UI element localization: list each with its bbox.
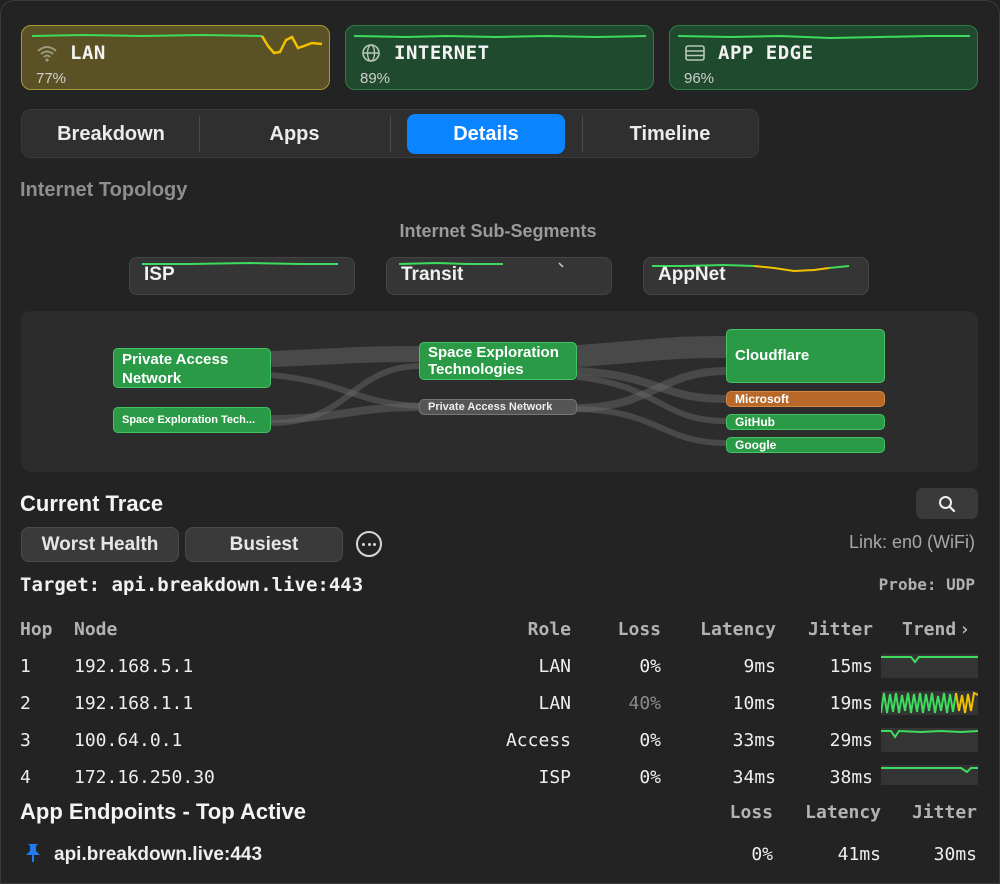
- search-icon: [939, 496, 956, 513]
- segment-title: INTERNET: [394, 42, 490, 64]
- segment-card-internet[interactable]: INTERNET 89%: [345, 25, 654, 90]
- hop-jitter: 29ms: [829, 730, 873, 751]
- hop-trend-sparkline: [881, 691, 978, 715]
- endpoint-name: api.breakdown.live:443: [54, 844, 263, 865]
- segment-percent: 89%: [360, 70, 391, 87]
- hop-loss: 0%: [639, 767, 661, 788]
- tab-timeline[interactable]: Timeline: [585, 114, 755, 154]
- segment-percent: 96%: [684, 70, 715, 87]
- tab-divider: [199, 116, 200, 152]
- sankey-node-space-exploration-tech[interactable]: Space Exploration Tech...: [113, 407, 271, 433]
- hop-latency: 33ms: [732, 730, 776, 751]
- endpoint-jitter: 30ms: [933, 844, 977, 865]
- hop-number: 4: [20, 767, 31, 788]
- wifi-icon: [37, 46, 57, 62]
- app-window: LAN 77% INTERNET 89% APP EDGE 96% Breakd…: [0, 0, 1000, 884]
- tab-divider: [582, 116, 583, 152]
- link-interface: Link: en0 (WiFi): [848, 532, 975, 552]
- sub-segment-label: AppNet: [658, 264, 726, 285]
- hop-number: 2: [20, 693, 31, 714]
- segment-title: LAN: [70, 42, 106, 64]
- sub-segment-label: ISP: [144, 264, 175, 285]
- hop-node: 192.168.5.1: [74, 656, 194, 677]
- endpoint-column-latency[interactable]: Latency: [781, 802, 881, 823]
- sankey-node-cloudflare[interactable]: Cloudflare: [726, 329, 885, 383]
- column-hop[interactable]: Hop: [20, 619, 53, 640]
- pin-icon: [26, 844, 40, 862]
- tab-apps[interactable]: Apps: [202, 114, 387, 154]
- search-button[interactable]: [916, 488, 978, 519]
- tab-divider: [390, 116, 391, 152]
- column-jitter[interactable]: Jitter: [791, 619, 873, 640]
- hop-latency: 10ms: [732, 693, 776, 714]
- sankey-node-github[interactable]: GitHub: [726, 414, 885, 430]
- column-trend[interactable]: Trend ›: [902, 619, 970, 640]
- hop-jitter: 15ms: [829, 656, 873, 677]
- segment-card-app-edge[interactable]: APP EDGE 96%: [669, 25, 978, 90]
- hop-trend-sparkline: [881, 728, 978, 752]
- hop-trend-sparkline: [881, 654, 978, 678]
- hop-role: LAN: [538, 693, 571, 714]
- hop-node: 100.64.0.1: [74, 730, 183, 751]
- internet-sparkline: [353, 34, 647, 39]
- dot: [373, 543, 376, 546]
- column-role[interactable]: Role: [471, 619, 571, 640]
- globe-icon: [362, 44, 380, 62]
- sub-segment-isp[interactable]: ISP: [129, 257, 355, 295]
- segment-card-lan[interactable]: LAN 77%: [21, 25, 330, 90]
- trace-probe: Probe: UDP: [878, 575, 975, 594]
- sub-segment-appnet[interactable]: AppNet: [643, 257, 869, 295]
- sankey-node-space-exploration-technologies[interactable]: Space Exploration Technologies: [419, 342, 577, 380]
- hop-node: 172.16.250.30: [74, 767, 215, 788]
- trend-label: Trend: [902, 619, 957, 640]
- current-trace-heading: Current Trace: [20, 491, 164, 516]
- hop-jitter: 19ms: [829, 693, 873, 714]
- hop-role: ISP: [538, 767, 571, 788]
- lan-sparkline: [31, 33, 323, 55]
- sub-segment-transit[interactable]: Transit: [386, 257, 612, 295]
- hop-number: 3: [20, 730, 31, 751]
- app-edge-sparkline: [677, 34, 970, 40]
- column-latency[interactable]: Latency: [676, 619, 776, 640]
- topology-heading: Internet Topology: [20, 179, 188, 201]
- segment-title: APP EDGE: [718, 42, 814, 64]
- filter-busiest[interactable]: Busiest: [185, 527, 343, 562]
- chevron-right-icon: ›: [959, 619, 971, 640]
- dot: [367, 543, 371, 546]
- hop-jitter: 38ms: [829, 767, 873, 788]
- topology-sankey: Private Access Network Space Exploration…: [21, 311, 978, 472]
- endpoint-loss: 0%: [751, 844, 773, 865]
- hop-loss: 40%: [628, 693, 661, 714]
- hop-number: 1: [20, 656, 31, 677]
- hop-trend-sparkline: [881, 765, 978, 785]
- server-icon: [685, 45, 705, 61]
- sub-segments-heading: Internet Sub-Segments: [399, 221, 597, 241]
- hop-latency: 34ms: [732, 767, 776, 788]
- sankey-node-google[interactable]: Google: [726, 437, 885, 453]
- hop-role: LAN: [538, 656, 571, 677]
- endpoint-column-loss[interactable]: Loss: [691, 802, 773, 823]
- endpoint-column-jitter[interactable]: Jitter: [891, 802, 977, 823]
- hop-loss: 0%: [639, 730, 661, 751]
- more-options-button[interactable]: [356, 531, 382, 557]
- tab-details[interactable]: Details: [407, 114, 565, 154]
- hop-latency: 9ms: [743, 656, 776, 677]
- trace-target: Target: api.breakdown.live:443: [20, 574, 364, 596]
- segment-percent: 77%: [36, 70, 67, 87]
- sankey-node-private-access-network[interactable]: Private Access Network: [113, 348, 271, 388]
- hop-loss: 0%: [639, 656, 661, 677]
- tab-bar: Breakdown Apps Details Timeline: [21, 109, 759, 158]
- column-loss[interactable]: Loss: [581, 619, 661, 640]
- tab-breakdown[interactable]: Breakdown: [26, 114, 196, 154]
- sankey-node-microsoft[interactable]: Microsoft: [726, 391, 885, 407]
- column-node[interactable]: Node: [74, 619, 117, 640]
- dot: [362, 543, 365, 546]
- app-endpoints-heading: App Endpoints - Top Active: [20, 799, 306, 824]
- sub-segment-label: Transit: [401, 264, 464, 285]
- endpoint-latency: 41ms: [837, 844, 881, 865]
- filter-worst-health[interactable]: Worst Health: [21, 527, 179, 562]
- sankey-node-private-access-network-mid[interactable]: Private Access Network: [419, 399, 577, 415]
- hop-role: Access: [505, 730, 571, 751]
- hop-node: 192.168.1.1: [74, 693, 194, 714]
